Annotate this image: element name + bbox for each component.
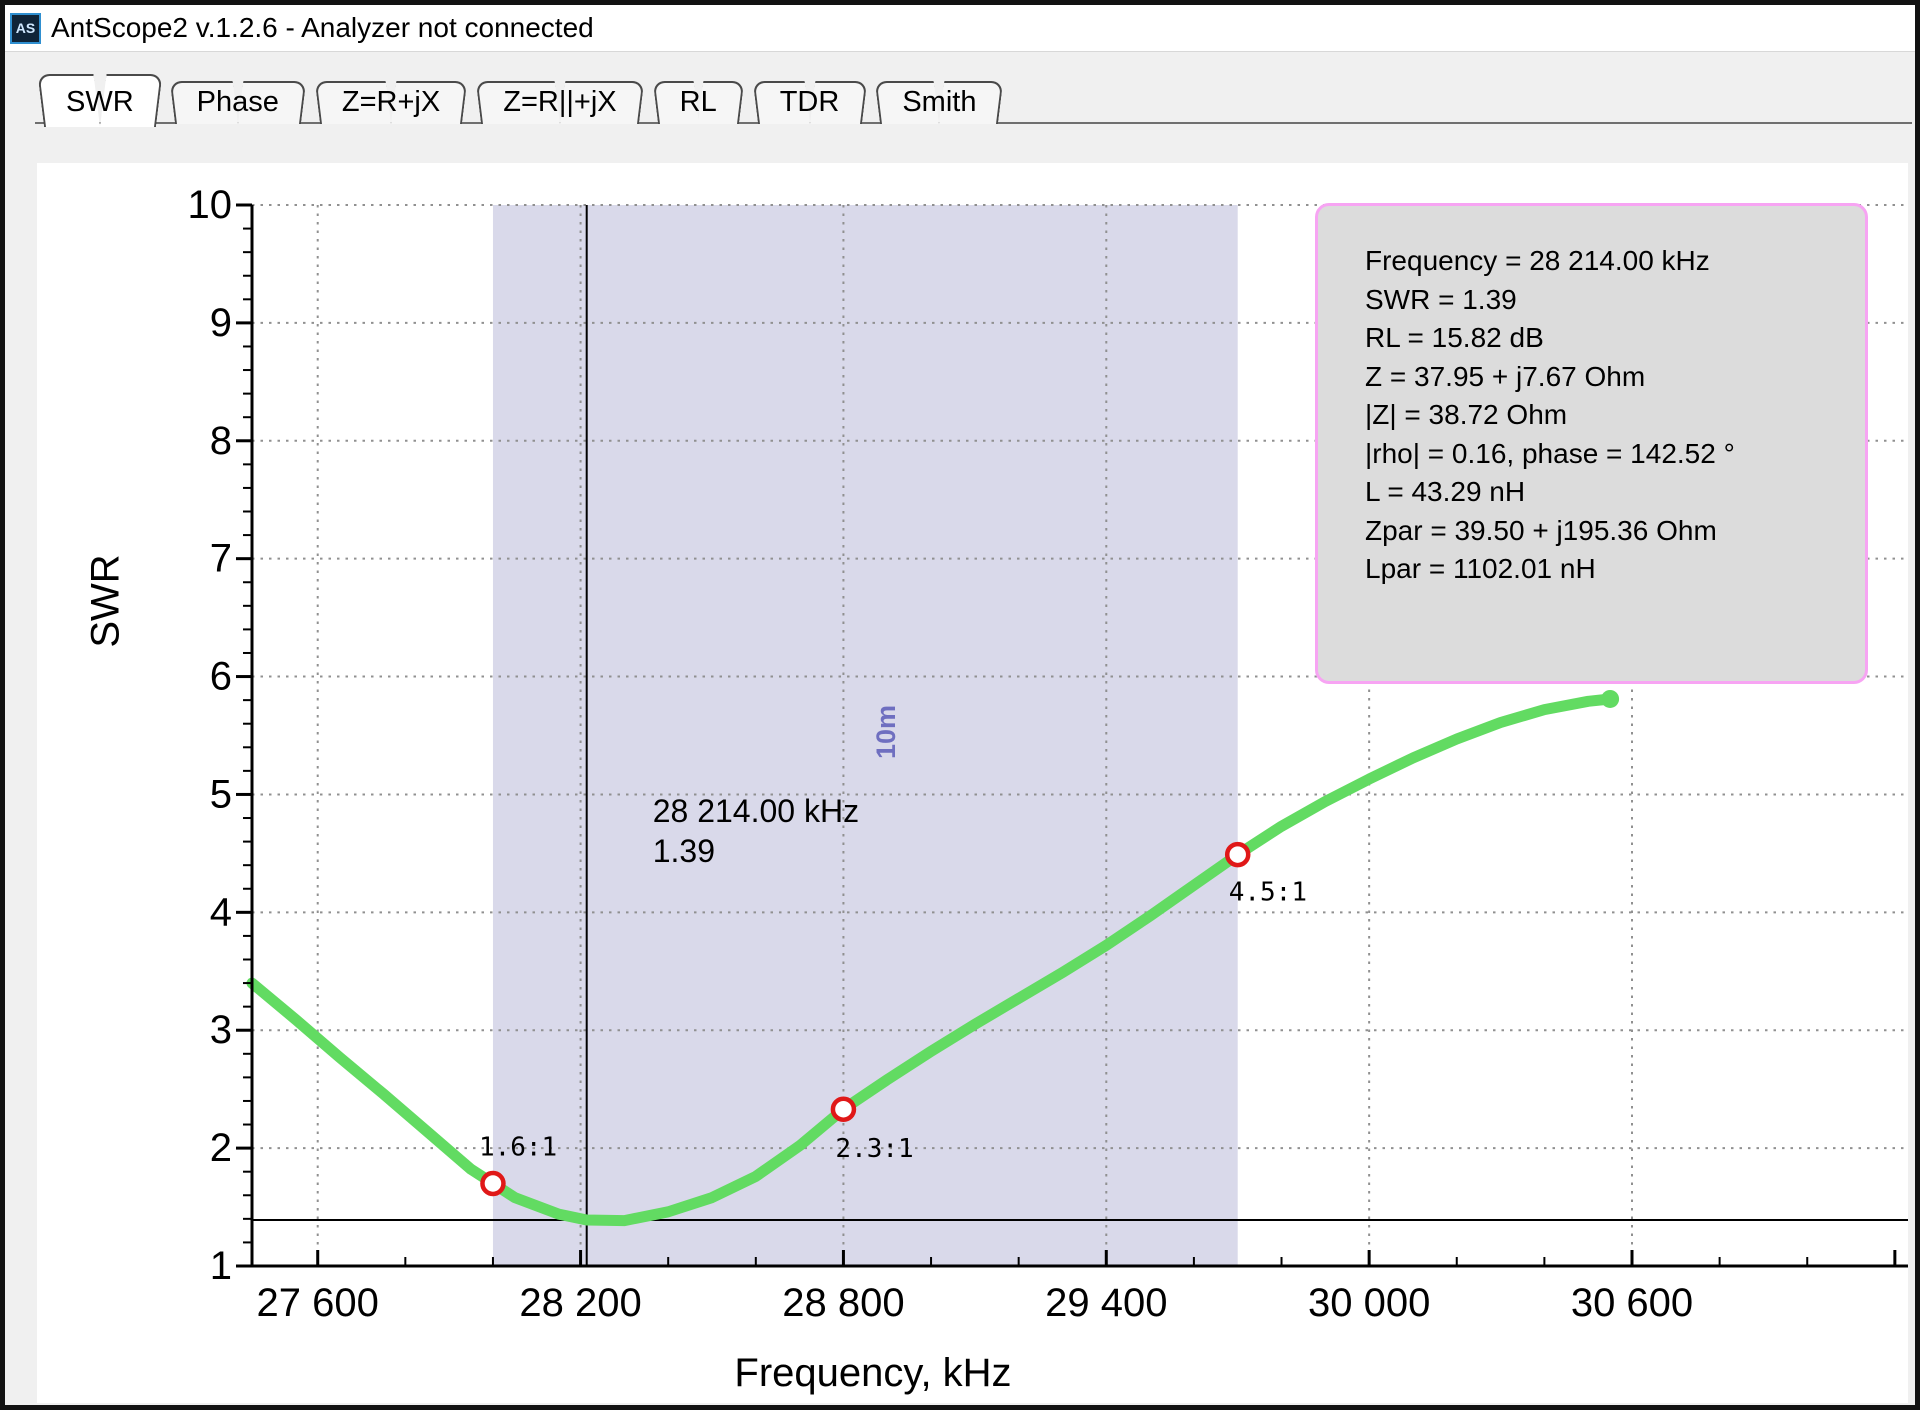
app-window: AS AntScope2 v.1.2.6 - Analyzer not conn… [0,0,1920,1410]
info-z: Z = 37.95 + j7.67 Ohm [1365,358,1845,397]
tab-tdr[interactable]: TDR [754,81,866,124]
tab-label: Z=R||+jX [477,81,642,124]
info-frequency: Frequency = 28 214.00 kHz [1365,242,1845,281]
tab-z-series[interactable]: Z=R+jX [316,81,466,124]
info-rl: RL = 15.82 dB [1365,319,1845,358]
app-icon: AS [10,13,41,44]
tab-label: Phase [171,81,305,124]
tab-label: TDR [754,81,866,124]
tab-label: Smith [876,81,1002,124]
tab-rl[interactable]: RL [654,81,743,124]
title-bar: AS AntScope2 v.1.2.6 - Analyzer not conn… [5,5,1915,52]
measurement-info-box: Frequency = 28 214.00 kHz SWR = 1.39 RL … [1315,203,1868,684]
info-rho-phase: |rho| = 0.16, phase = 142.52 ° [1365,435,1845,474]
tab-label: Z=R+jX [316,81,466,124]
info-zpar: Zpar = 39.50 + j195.36 Ohm [1365,512,1845,551]
window-title: AntScope2 v.1.2.6 - Analyzer not connect… [51,12,594,44]
info-swr: SWR = 1.39 [1365,281,1845,320]
info-lpar: Lpar = 1102.01 nH [1365,550,1845,589]
tab-label: SWR [40,74,160,124]
tab-phase[interactable]: Phase [171,81,305,124]
info-z-abs: |Z| = 38.72 Ohm [1365,396,1845,435]
tab-z-parallel[interactable]: Z=R||+jX [477,81,642,124]
tab-swr[interactable]: SWR [40,74,160,124]
info-l: L = 43.29 nH [1365,473,1845,512]
tab-smith[interactable]: Smith [876,81,1002,124]
tab-bar: SWR Phase Z=R+jX Z=R||+jX RL TDR Smith [40,74,1013,124]
tab-label: RL [654,81,743,124]
